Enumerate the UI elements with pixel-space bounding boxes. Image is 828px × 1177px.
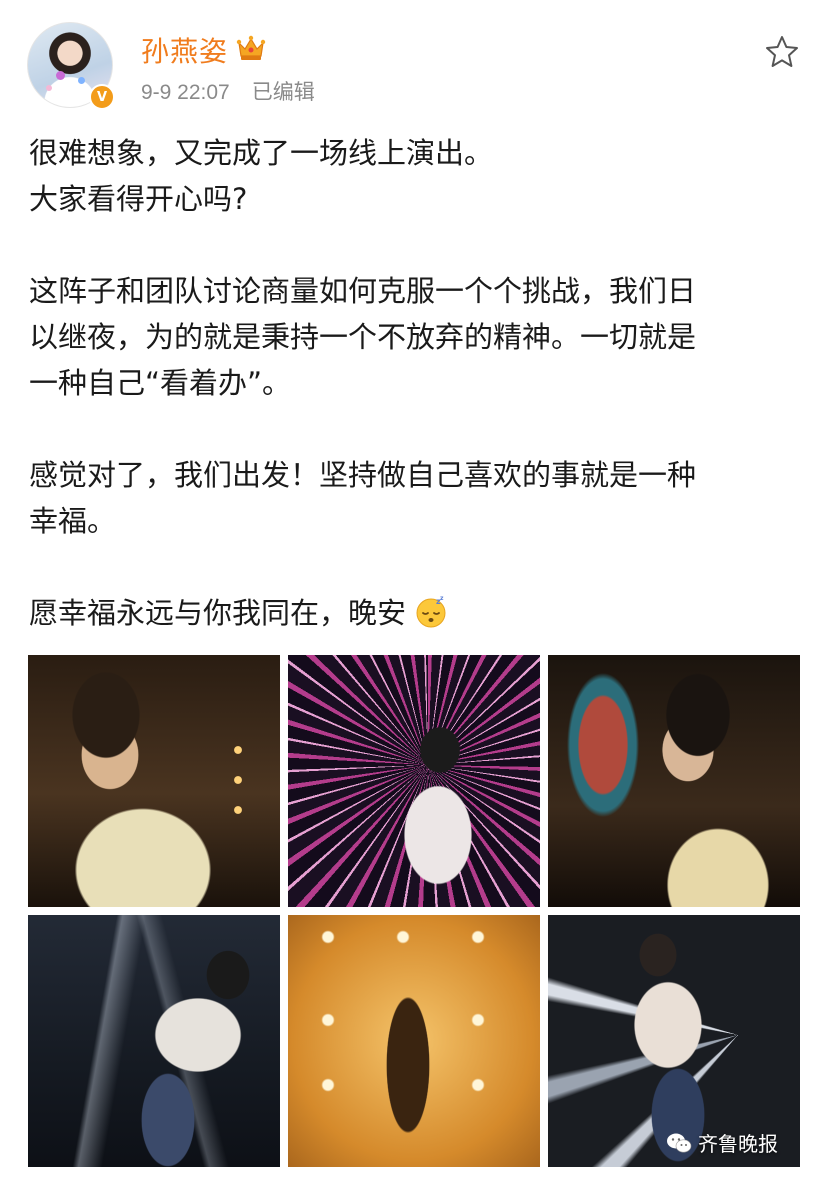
photo-1[interactable]	[28, 655, 280, 907]
star-icon[interactable]	[764, 34, 800, 70]
photo-grid	[28, 655, 801, 1167]
post-text-line: 幸福。	[29, 504, 117, 538]
post-text-line: 一种自己“看着办”。	[29, 366, 292, 400]
post-text-line: 这阵子和团队讨论商量如何克服一个个挑战，我们日	[29, 274, 697, 308]
photo-5[interactable]	[288, 915, 540, 1167]
watermark-label: 齐鲁晚报	[698, 1132, 778, 1156]
photo-4[interactable]	[28, 915, 280, 1167]
avatar[interactable]: V	[27, 22, 115, 110]
crown-icon	[236, 35, 266, 60]
post-header: V 孙燕姿 9-9 22:07 已编辑	[0, 0, 828, 120]
post-text-line: 很难想象，又完成了一场线上演出。	[29, 136, 494, 170]
photo-3[interactable]	[548, 655, 800, 907]
wechat-icon	[667, 1133, 692, 1152]
post-text-line: 以继夜，为的就是秉持一个不放弃的精神。一切就是	[29, 320, 697, 354]
svg-text:z: z	[440, 595, 444, 602]
post-text-line: 大家看得开心吗?	[29, 182, 248, 216]
photo-2[interactable]	[288, 655, 540, 907]
post-body: 很难想象，又完成了一场线上演出。 大家看得开心吗? 这阵子和团队讨论商量如何克服…	[29, 130, 809, 636]
watermark: 齐鲁晚报	[666, 1128, 778, 1157]
post-timestamp: 9-9 22:07	[141, 81, 230, 104]
edited-label: 已编辑	[251, 81, 315, 104]
verified-badge-icon: V	[89, 84, 115, 110]
post-text-line: 愿幸福永远与你我同在，晚安	[29, 596, 407, 630]
post-text-line: 感觉对了，我们出发！坚持做自己喜欢的事就是一种	[29, 458, 697, 492]
post-meta: 9-9 22:07 已编辑	[141, 76, 337, 106]
sleepy-face-icon: z z	[416, 595, 446, 628]
post-text-last-line: 愿幸福永远与你我同在，晚安 z z	[29, 590, 809, 636]
author-name[interactable]: 孙燕姿	[141, 30, 228, 70]
